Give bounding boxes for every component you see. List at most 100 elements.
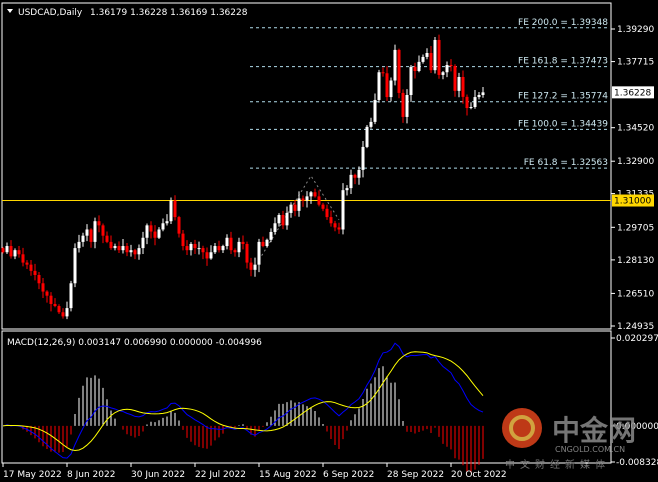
candle-body (381, 72, 385, 74)
candle-body (209, 252, 213, 259)
fib-level-label: FE 200.0 = 1.39348 (518, 18, 608, 28)
candle-body (409, 66, 413, 95)
candle-body (149, 225, 153, 232)
price-tick-label: 1.29705 (617, 223, 654, 233)
candle-body (249, 262, 253, 270)
candle-body (425, 53, 429, 57)
candle-body (449, 65, 453, 67)
candle-body (93, 221, 97, 242)
date-tick-label: 8 Jun 2022 (67, 470, 115, 480)
candle-body (225, 237, 229, 247)
fib-level-label: FE 100.0 = 1.34439 (518, 119, 608, 129)
candle-body (69, 283, 73, 309)
candle-body (217, 246, 221, 251)
candle-body (37, 275, 41, 284)
candle-body (101, 225, 105, 236)
candle-body (185, 246, 189, 251)
candle-body (137, 248, 141, 255)
candle-body (413, 66, 417, 71)
candle-body (389, 80, 393, 98)
candle-body (361, 146, 365, 170)
candle-body (393, 49, 397, 81)
candle-body (49, 295, 53, 304)
candle-body (53, 303, 57, 307)
candle-body (353, 174, 357, 178)
candle-body (481, 92, 485, 95)
candle-body (477, 95, 481, 98)
candle-body (229, 237, 233, 251)
candle-body (61, 312, 65, 317)
candle-body (341, 190, 345, 230)
candle-body (461, 77, 465, 97)
candle-body (329, 217, 333, 224)
candle-body (233, 250, 237, 253)
candle-body (421, 56, 425, 62)
watermark-brand: 中金网 (552, 414, 636, 447)
candle-body (385, 73, 389, 98)
candle-body (281, 215, 285, 226)
candle-body (369, 121, 373, 127)
candle-body (17, 250, 21, 255)
candle-body (377, 72, 381, 100)
fib-level-label: FE 127.2 = 1.35774 (518, 92, 608, 102)
candle-body (153, 231, 157, 238)
date-tick-label: 17 May 2022 (3, 470, 62, 480)
candle-body (181, 233, 185, 247)
candle-body (73, 248, 77, 284)
candle-body (309, 192, 313, 197)
macd-tick-label: -0.008328 (616, 458, 658, 468)
candle-body (285, 212, 289, 226)
date-tick-label: 30 Jun 2022 (131, 470, 185, 480)
date-tick-label: 15 Aug 2022 (259, 470, 317, 480)
candle-body (197, 248, 201, 250)
candle-body (445, 65, 449, 73)
candle-body (261, 241, 265, 247)
price-tick-label: 1.26510 (617, 289, 654, 299)
candle-body (205, 252, 209, 259)
candle-body (457, 77, 461, 91)
candle-body (465, 96, 469, 109)
candle-body (189, 243, 193, 251)
price-tick-label: 1.37715 (617, 58, 654, 68)
candle-body (113, 246, 117, 249)
candle-body (265, 239, 269, 247)
chart-canvas: FE 200.0 = 1.39348 FE 161.8 = 1.37473 FE 1… (0, 0, 658, 482)
candle-body (401, 92, 405, 117)
candle-body (129, 250, 133, 253)
candle-body (141, 237, 145, 249)
candle-body (397, 49, 401, 93)
candle-body (109, 241, 113, 249)
level-price-label: 1.31000 (614, 197, 651, 207)
candle-body (5, 246, 9, 253)
price-tick-label: 1.28130 (617, 256, 654, 266)
candle-body (169, 200, 173, 222)
candle-body (85, 229, 89, 236)
logo-mark (502, 408, 542, 448)
candle-body (297, 198, 301, 211)
candle-body (345, 188, 349, 191)
candle-body (245, 243, 249, 263)
candle-body (25, 262, 29, 265)
candle-body (417, 61, 421, 71)
price-tick-label: 1.24935 (617, 322, 654, 332)
candle-body (317, 196, 321, 205)
candle-body (357, 169, 361, 178)
ohlc-readout: 1.36179 1.36228 1.36169 1.36228 (90, 8, 248, 18)
candle-body (441, 72, 445, 75)
candle-body (429, 53, 433, 71)
candle-body (161, 223, 165, 230)
candle-body (9, 246, 13, 257)
candle-body (57, 306, 61, 313)
candle-body (1, 248, 5, 253)
candle-body (305, 196, 309, 201)
candle-body (257, 241, 261, 265)
fib-level-label: FE 61.8 = 1.32563 (524, 158, 608, 168)
watermark-tagline: 中文财经新媒体 (505, 458, 610, 471)
candle-body (237, 241, 241, 253)
candle-body (33, 270, 37, 275)
candle-body (105, 235, 109, 242)
candle-body (45, 291, 49, 296)
candle-body (253, 264, 257, 270)
date-tick-label: 6 Sep 2022 (323, 470, 374, 480)
candle-body (41, 283, 45, 292)
